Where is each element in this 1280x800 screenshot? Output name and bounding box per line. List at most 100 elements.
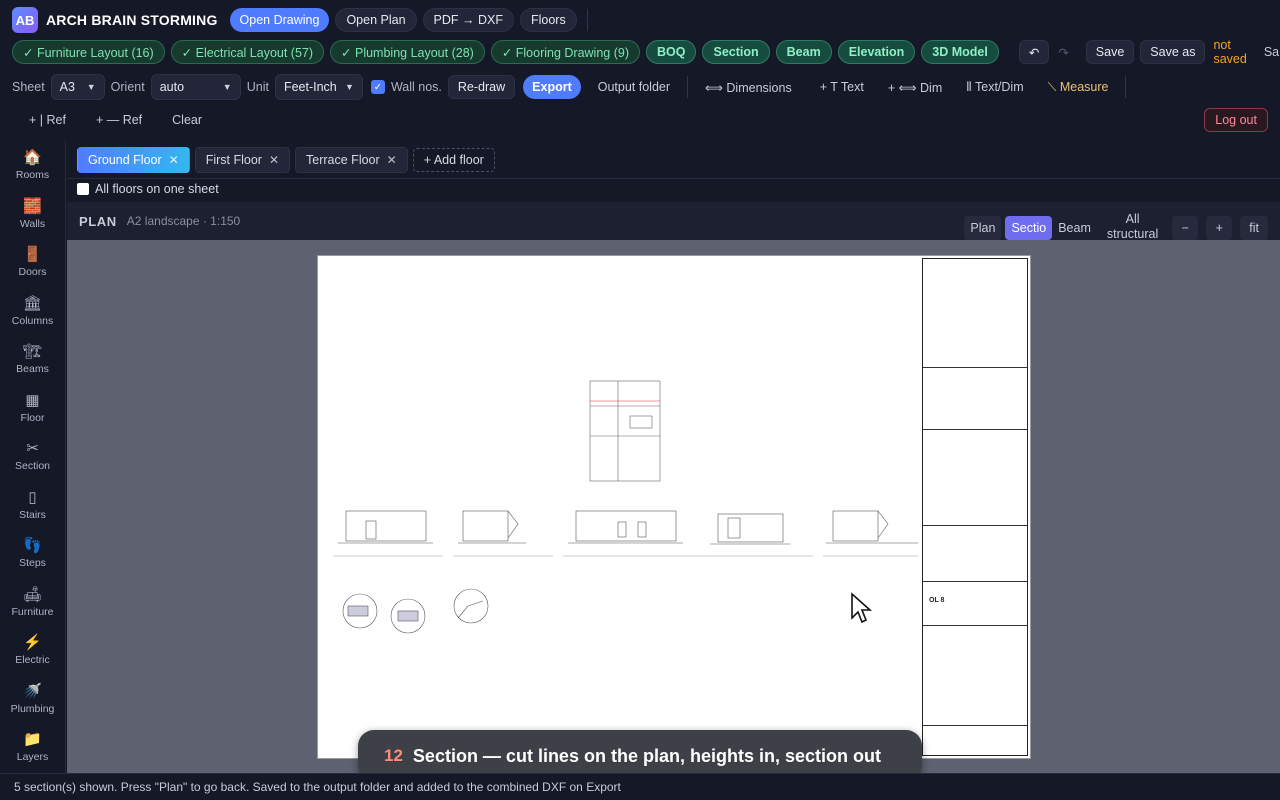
all-floors-label: All floors on one sheet <box>95 182 219 196</box>
close-icon[interactable]: ✕ <box>387 153 397 167</box>
beam-button[interactable]: Beam <box>775 40 832 64</box>
clear-ref-button[interactable]: Clear <box>163 108 211 132</box>
sidebar-item-columns[interactable]: 🏛 Columns <box>0 287 65 336</box>
sidebar-item-floor[interactable]: ▦ Floor <box>0 384 65 433</box>
redo-icon: ↷ <box>1058 45 1069 60</box>
dimensions-tool[interactable]: ⟺ Dimensions <box>696 75 801 99</box>
caption-message: Section — cut lines on the plan, heights… <box>412 745 881 766</box>
pdf-to-dxf-button[interactable]: PDF → DXF <box>422 8 514 32</box>
sidebar-item-furniture[interactable]: 🛋 Furniture <box>0 578 65 627</box>
flooring-drawing-button[interactable]: ✓ Flooring Drawing (9) <box>490 40 640 64</box>
plumbing-layout-button[interactable]: ✓ Plumbing Layout (28) <box>330 40 485 64</box>
export-button[interactable]: Export <box>523 75 581 99</box>
section-5 <box>823 510 918 557</box>
electrical-layout-button[interactable]: ✓ Electrical Layout (57) <box>170 40 325 64</box>
text-tool[interactable]: + T Text <box>811 75 873 99</box>
plan-view-button[interactable]: Plan <box>964 216 1002 240</box>
save-button[interactable]: Save <box>1085 40 1135 64</box>
all-structural-line1: All <box>1125 212 1140 226</box>
section-4 <box>703 513 813 557</box>
all-floors-checkbox[interactable] <box>77 183 89 195</box>
sidebar-item-beams[interactable]: 🏗 Beams <box>0 335 65 384</box>
orient-select[interactable]: auto ▼ <box>150 74 241 100</box>
toolbar-row-sheet: Sheet A3 ▼ Orient auto ▼ Unit Feet-Inch ▼ ✓… <box>0 73 1280 101</box>
zoom-out-button[interactable]: − <box>1172 216 1199 240</box>
close-icon[interactable]: ✕ <box>269 153 279 167</box>
measure-tool[interactable]: ⟍ Measure <box>1039 75 1118 99</box>
sidebar-item-layers[interactable]: 📁 Layers <box>0 723 65 772</box>
vertical-ref-button[interactable]: + | Ref <box>20 108 75 132</box>
floors-button[interactable]: Floors <box>519 8 577 32</box>
sidebar-item-label: Floor <box>20 411 45 424</box>
tab-ground-floor[interactable]: Ground Floor ✕ <box>77 146 190 173</box>
save-status: not saved <box>1213 38 1247 66</box>
boq-button[interactable]: BOQ <box>646 40 697 64</box>
logout-button[interactable]: Log out <box>1204 108 1268 132</box>
divider <box>923 625 1027 626</box>
tab-label: Terrace Floor <box>306 152 380 167</box>
sidebar-item-rooms[interactable]: 🏠 Rooms <box>0 141 65 190</box>
app-name: ARCH BRAIN STORMING <box>46 12 218 28</box>
close-icon[interactable]: ✕ <box>169 153 179 167</box>
open-drawing-button[interactable]: Open Drawing <box>229 8 330 32</box>
sidebar-item-walls[interactable]: 🧱 Walls <box>0 190 65 239</box>
plumbing-icon: 🚿 <box>23 682 42 700</box>
horizontal-ref-button[interactable]: + — Ref <box>87 108 151 132</box>
sheet-label: Sheet <box>12 80 45 94</box>
drawing-canvas[interactable]: OL 8 <box>67 240 1280 773</box>
sidebar-item-plumbing[interactable]: 🚿 Plumbing <box>0 675 65 724</box>
sample-button[interactable]: Sample <box>1255 40 1280 64</box>
furniture-icon: 🛋 <box>22 585 43 603</box>
text-dim-tool[interactable]: ⦀ Text/Dim <box>957 75 1032 99</box>
fit-button[interactable]: fit <box>1240 216 1268 240</box>
redraw-button[interactable]: Re-draw <box>447 75 516 99</box>
chevron-down-icon: ▼ <box>345 82 354 92</box>
sidebar-item-stairs[interactable]: ▯ Stairs <box>0 481 65 530</box>
wall-nos-checkbox[interactable]: ✓ <box>370 80 385 94</box>
plan-header: PLAN A2 landscape · 1:150 Plan Sectio Be… <box>67 202 1280 241</box>
redo-button[interactable]: ↷ <box>1049 40 1077 64</box>
3d-model-button[interactable]: 3D Model <box>921 40 999 64</box>
sidebar-item-electric[interactable]: ⚡ Electric <box>0 626 65 675</box>
sheet-select[interactable]: A3 ▼ <box>50 74 105 100</box>
sidebar-item-label: Section <box>14 460 51 473</box>
save-as-button[interactable]: Save as <box>1140 40 1206 64</box>
add-floor-button[interactable]: + Add floor <box>412 147 495 172</box>
sidebar-item-steps[interactable]: 👣 Steps <box>0 529 65 578</box>
sidebar-item-doors[interactable]: 🚪 Doors <box>0 238 65 287</box>
furniture-layout-button[interactable]: ✓ Furniture Layout (16) <box>12 40 165 64</box>
open-plan-button[interactable]: Open Plan <box>335 8 417 32</box>
section-2 <box>453 510 553 557</box>
status-text: 5 section(s) shown. Press "Plan" to go b… <box>14 780 621 794</box>
rooms-icon: 🏠 <box>23 149 42 167</box>
sidebar-item-label: Steps <box>19 557 46 570</box>
zoom-in-button[interactable]: + <box>1206 216 1233 240</box>
toolbar: AB ARCH BRAIN STORMING Open Drawing Open… <box>0 0 1280 140</box>
divider <box>923 367 1027 368</box>
sidebar-item-label: Layers <box>16 751 49 764</box>
divider <box>687 76 689 98</box>
section-button[interactable]: Section <box>702 40 770 64</box>
beam-view-button[interactable]: Beam <box>1052 216 1097 240</box>
tab-terrace-floor[interactable]: Terrace Floor ✕ <box>295 146 408 173</box>
app-logo: AB <box>12 7 38 33</box>
tab-label: Ground Floor <box>88 152 162 167</box>
sidebar-item-label: Furniture <box>11 605 54 618</box>
section-icon: ✂ <box>26 440 39 458</box>
sidebar-item-label: Walls <box>19 217 46 230</box>
unit-select[interactable]: Feet-Inch ▼ <box>274 74 363 100</box>
section-view-button[interactable]: Sectio <box>1005 216 1053 240</box>
elevation-button[interactable]: Elevation <box>837 40 916 64</box>
floor-tabs: Ground Floor ✕ First Floor ✕ Terrace Floor… <box>67 141 1280 179</box>
sidebar-item-section[interactable]: ✂ Section <box>0 432 65 481</box>
wall-nos-label: Wall nos. <box>390 80 442 94</box>
details <box>342 588 489 634</box>
sidebar-item-label: Stairs <box>19 508 46 521</box>
tab-first-floor[interactable]: First Floor ✕ <box>194 146 291 173</box>
all-floors-toggle[interactable]: All floors on one sheet <box>77 180 219 198</box>
toolbar-row-layouts: ✓ Furniture Layout (16) ✓ Electrical Lay… <box>0 38 1280 66</box>
output-folder-button[interactable]: Output folder <box>589 75 679 99</box>
undo-button[interactable]: ↶ <box>1018 40 1050 64</box>
orient-value: auto <box>159 80 185 94</box>
dim-tool[interactable]: + ⟺ Dim <box>879 75 951 99</box>
